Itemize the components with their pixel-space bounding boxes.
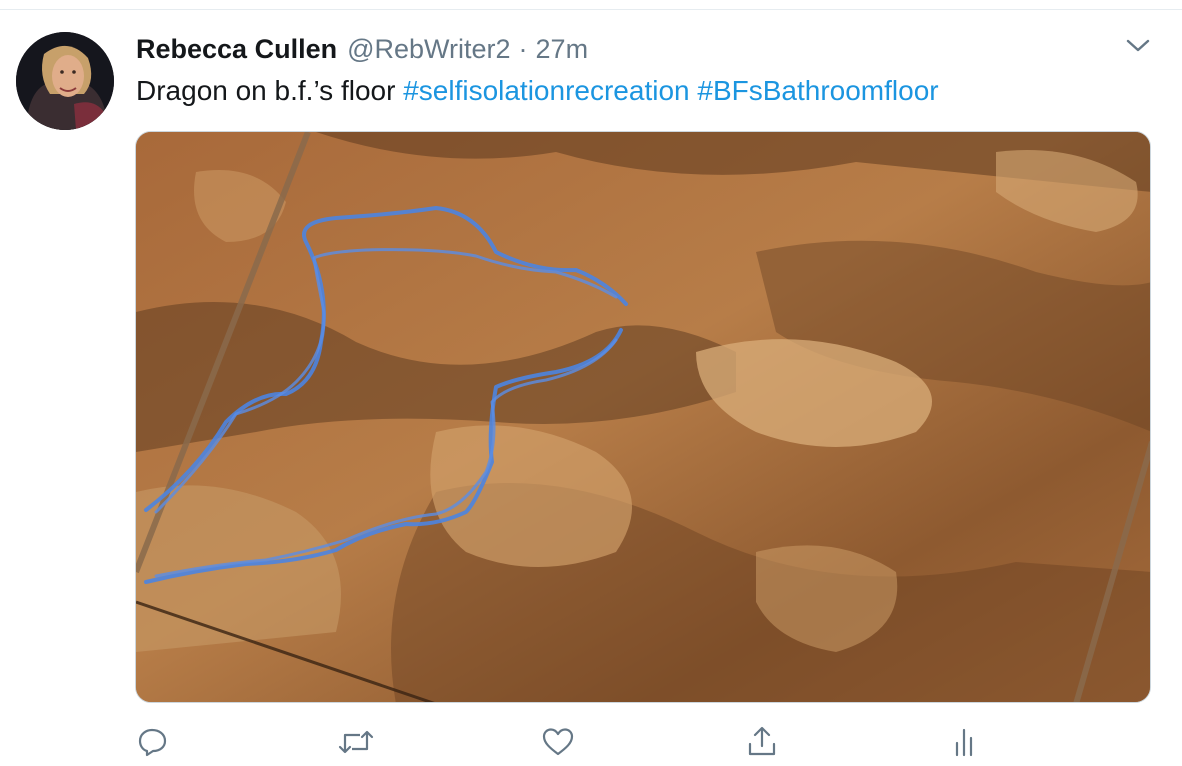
share-icon (748, 726, 776, 756)
hashtag-bfsbathroomfloor[interactable]: #BFsBathroomfloor (697, 75, 938, 106)
analytics-icon (955, 728, 973, 757)
reply-button[interactable] (132, 722, 172, 762)
display-name[interactable]: Rebecca Cullen (136, 34, 337, 65)
timestamp[interactable]: 27m (536, 34, 589, 65)
tweet-actions (0, 722, 1182, 766)
like-button[interactable] (538, 722, 578, 762)
reply-icon (138, 728, 167, 757)
tweet-text: Dragon on b.f.’s floor #selfisolationrec… (136, 75, 939, 107)
share-button[interactable] (742, 722, 782, 762)
avatar[interactable] (16, 32, 114, 130)
retweet-icon (338, 730, 374, 754)
tweet-photo[interactable] (135, 131, 1151, 703)
tweet-text-body: Dragon on b.f.’s floor (136, 75, 404, 106)
user-handle[interactable]: @RebWriter2 (347, 34, 510, 65)
tweet-header: Rebecca Cullen @RebWriter2 · 27m (136, 34, 588, 68)
separator-dot: · (518, 34, 528, 64)
chevron-down-icon[interactable] (1124, 36, 1152, 56)
analytics-button[interactable] (944, 722, 984, 762)
hashtag-selfisolationrecreation[interactable]: #selfisolationrecreation (403, 75, 689, 106)
heart-icon (542, 728, 574, 756)
top-divider (0, 9, 1182, 10)
retweet-button[interactable] (336, 722, 376, 762)
